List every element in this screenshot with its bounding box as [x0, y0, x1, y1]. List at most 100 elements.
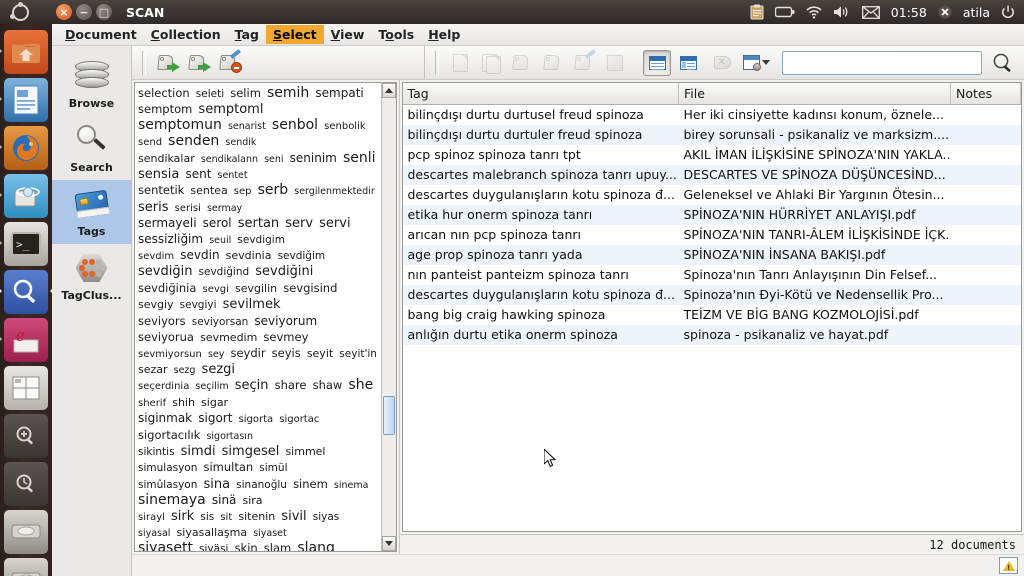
menu-view[interactable]: View: [324, 25, 372, 44]
filter-options-button[interactable]: [739, 50, 773, 76]
tag-cloud-tag[interactable]: sevdiğim: [278, 250, 326, 262]
tag-cloud-tag[interactable]: sevdinia: [226, 249, 272, 262]
launcher-item-workspace-switcher[interactable]: [4, 366, 48, 410]
minimize-button[interactable]: −: [76, 4, 92, 20]
column-header-tag[interactable]: Tag: [402, 83, 679, 105]
tag-cloud-tag[interactable]: senli: [343, 150, 376, 166]
battery-icon[interactable]: [774, 6, 795, 18]
tag-cloud-tag[interactable]: seçin: [235, 378, 269, 393]
tag-cloud-tag[interactable]: seçerdinia: [138, 381, 189, 392]
tag-cloud-tag[interactable]: seninim: [290, 151, 337, 165]
tag-cloud-tag[interactable]: siyasallaşma: [177, 526, 248, 539]
table-row[interactable]: descartes malebranch spinoza tanrı upuy.…: [402, 164, 1021, 185]
tag-cloud-tag[interactable]: she: [348, 377, 373, 393]
close-button[interactable]: ×: [56, 4, 72, 20]
tag-cloud-tag[interactable]: seleti: [196, 88, 224, 100]
warning-triangle-icon[interactable]: [999, 557, 1018, 574]
tag-cloud-tag[interactable]: senbol: [272, 117, 318, 133]
table-row[interactable]: bilinçdışı durtu durtuler freud spinoza b…: [402, 124, 1021, 145]
tag-cloud-tag[interactable]: sensia: [138, 167, 179, 182]
menu-select[interactable]: Select: [265, 25, 324, 44]
tag-cloud[interactable]: selection seleti selim semih sempati sem…: [135, 83, 381, 551]
tag-cloud-tag[interactable]: seydir: [230, 346, 265, 360]
tag-cloud-tag[interactable]: seviyorua: [138, 330, 194, 344]
tag-cloud-tag[interactable]: sevdin: [180, 248, 219, 262]
tag-cloud-tag[interactable]: sergilenmektedir: [294, 186, 374, 197]
tag-cloud-tag[interactable]: seyit'in: [339, 348, 377, 360]
tag-cloud-tag[interactable]: seyit: [307, 347, 333, 360]
edit-notes-button[interactable]: [601, 50, 629, 76]
tag-cloud-tag[interactable]: seviyorum: [254, 314, 317, 328]
launcher-item-libreoffice-writer[interactable]: [0, 78, 48, 122]
tag-cloud-tag[interactable]: sendikalann: [201, 154, 258, 165]
tag-cloud-tag[interactable]: sitenin: [238, 510, 275, 523]
table-view-button[interactable]: [643, 49, 671, 76]
tag-cloud-tag[interactable]: sessizliğim: [138, 232, 203, 246]
tag-cloud-tag[interactable]: seviyors: [138, 314, 186, 328]
column-header-notes[interactable]: Notes: [950, 83, 1021, 105]
tag-cloud-tag[interactable]: sinem: [293, 477, 328, 491]
tag-cloud-tag[interactable]: simgesel: [222, 444, 280, 459]
launcher-item-hard-disk-2[interactable]: [4, 558, 48, 576]
tag-cloud-tag[interactable]: sigortac: [279, 414, 319, 425]
tag-cloud-tag[interactable]: simmel: [285, 445, 325, 458]
tag-cloud-tag[interactable]: senbolik: [324, 121, 366, 132]
tag-cloud-tag[interactable]: simûlasyon: [138, 479, 197, 491]
tag-cloud-tag[interactable]: siyas: [313, 511, 340, 523]
tag-cloud-tag[interactable]: sevgi: [203, 284, 229, 295]
tag-cloud-tag[interactable]: seyis: [272, 346, 301, 360]
tag-cloud-tag[interactable]: semih: [267, 85, 309, 101]
tag-cloud-tag[interactable]: sevdiğini: [255, 264, 313, 279]
tag-cloud-tag[interactable]: shaw: [313, 378, 343, 392]
launcher-item-firefox[interactable]: [0, 126, 48, 170]
toolbar-grip[interactable]: [435, 50, 439, 75]
tag-cloud-tag[interactable]: slang: [297, 540, 335, 551]
search-input[interactable]: [782, 50, 982, 75]
tag-cloud-tag[interactable]: simdi: [181, 444, 216, 459]
username-label[interactable]: atila: [963, 5, 990, 20]
volume-icon[interactable]: [833, 5, 851, 19]
menu-help[interactable]: Help: [421, 25, 467, 44]
tag-cloud-tag[interactable]: sevdiğind: [199, 266, 250, 278]
tag-cloud-tag[interactable]: skin: [235, 541, 258, 551]
tag-cloud-tag[interactable]: sentea: [190, 184, 227, 197]
scrollbar-track[interactable]: [381, 98, 396, 536]
table-row[interactable]: age prop spinoza tanrı yada SPİNOZA'NIN İ…: [402, 244, 1021, 265]
table-row[interactable]: nın panteist panteizm spinoza tanrı Spino…: [402, 264, 1021, 285]
tag-cloud-tag[interactable]: sermayeli: [138, 216, 197, 230]
tag-cloud-tag[interactable]: siyasett: [138, 540, 193, 551]
tag-cloud-tag[interactable]: sinanoğlu: [236, 479, 287, 491]
menu-collection[interactable]: Collection: [144, 25, 228, 44]
tag-cloud-tag[interactable]: sevmiyorsun: [138, 349, 202, 360]
tag-cloud-tag[interactable]: sendik: [225, 137, 256, 148]
tag-cloud-tag[interactable]: servi: [319, 216, 350, 231]
tag-cloud-tag[interactable]: sezar: [138, 363, 168, 376]
tag-cloud-tag[interactable]: sinema: [334, 480, 369, 491]
tag-cloud-tag[interactable]: sina: [203, 477, 230, 492]
tag-cloud-tag[interactable]: sigort: [198, 411, 232, 425]
table-row[interactable]: bang big craig hawking spinoza TEİZM VE B…: [402, 304, 1021, 325]
tag-cloud-tag[interactable]: siginmak: [138, 411, 192, 425]
menu-document[interactable]: Document: [58, 25, 144, 44]
tag-cloud-tag[interactable]: semptom: [138, 102, 192, 116]
untag-document-button[interactable]: [539, 50, 567, 76]
scroll-up-button[interactable]: [381, 83, 396, 98]
tag-cloud-tag[interactable]: senden: [168, 133, 219, 149]
table-row[interactable]: arıcan nın pcp spinoza tanrı SPİNOZA'NIN …: [402, 224, 1021, 245]
sidebar-item-browse[interactable]: Browse: [52, 52, 132, 116]
tag-cloud-tag[interactable]: sevgisind: [283, 281, 337, 295]
tag-cloud-tag[interactable]: senarist: [228, 121, 266, 132]
tag-cloud-tag[interactable]: sigortasın: [206, 431, 253, 442]
launcher-item-zoom-in-tool[interactable]: [4, 414, 48, 458]
clear-filter-button[interactable]: ✕: [708, 50, 736, 76]
tag-cloud-tag[interactable]: sit: [220, 512, 232, 523]
toolbar-grip[interactable]: [142, 50, 146, 75]
table-row[interactable]: anlığın durtu etika onerm spinoza spinoza…: [402, 324, 1021, 345]
table-row[interactable]: descartes duygulanışların kotu spinoza đ…: [402, 184, 1021, 205]
tag-cloud-tag[interactable]: share: [275, 378, 307, 392]
tag-cloud-tag[interactable]: slam: [264, 541, 291, 551]
tag-cloud-tag[interactable]: selim: [230, 86, 261, 100]
tag-cloud-tag[interactable]: siyäsi: [199, 543, 228, 551]
table-row[interactable]: bilinçdışı durtu durtusel freud spinoza H…: [402, 104, 1021, 125]
tag-cloud-tag[interactable]: send: [138, 137, 162, 148]
